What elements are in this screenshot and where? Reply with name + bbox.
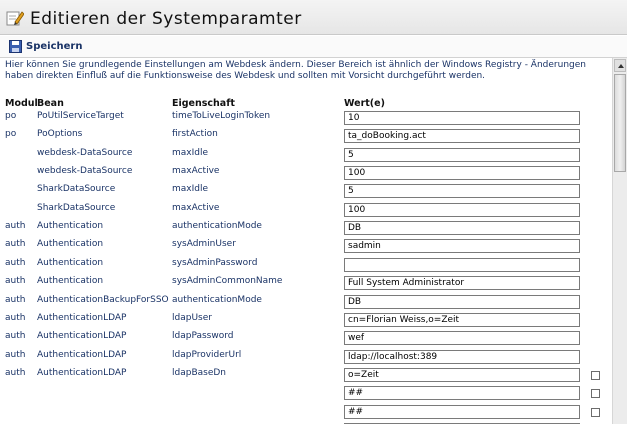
delete-checkbox[interactable] [591, 407, 600, 417]
property-cell: sysAdminPassword [172, 257, 258, 268]
bean-cell: SharkDataSource [37, 184, 116, 195]
value-input[interactable] [344, 202, 580, 217]
value-input[interactable] [344, 111, 580, 125]
property-cell: timeToLiveLoginToken [172, 111, 271, 121]
delete-checkbox[interactable] [591, 389, 600, 399]
vertical-scrollbar[interactable] [612, 58, 627, 424]
table-row [0, 404, 612, 422]
property-cell: ldapBaseDn [172, 367, 226, 378]
table-row: auth Authentication sysAdminCommonName [0, 275, 612, 293]
bean-cell: Authentication [37, 257, 104, 268]
value-input[interactable] [344, 221, 580, 236]
column-header-wert: Wert(e) [344, 98, 385, 109]
table-row: SharkDataSource maxActive [0, 202, 612, 220]
table-row: webdesk-DataSource maxIdle [0, 147, 612, 165]
bean-cell: PoUtilServiceTarget [37, 111, 124, 121]
table-row: po PoUtilServiceTarget timeToLiveLoginToke… [0, 110, 612, 128]
page-title: Editieren der Systemparamter [30, 9, 302, 29]
save-button[interactable]: Speichern [9, 39, 82, 54]
delete-checkbox[interactable] [591, 370, 600, 380]
bean-cell: AuthenticationLDAP [37, 367, 127, 378]
modul-cell: auth [5, 294, 26, 305]
modul-cell: auth [5, 367, 26, 378]
description-text: Hier können Sie grundlegende Einstellung… [5, 60, 586, 81]
property-cell: ldapUser [172, 312, 212, 323]
modul-cell: auth [5, 221, 26, 232]
table-row: auth Authentication sysAdminPassword [0, 257, 612, 275]
scroll-thumb[interactable] [614, 74, 626, 172]
property-cell: firstAction [172, 129, 218, 140]
table-row: auth Authentication sysAdminUser [0, 238, 612, 256]
edit-pencil-icon [6, 11, 24, 26]
table-row: auth AuthenticationLDAP ldapPassword [0, 330, 612, 348]
table-row: po PoOptions firstAction [0, 128, 612, 146]
content-area: Hier können Sie grundlegende Einstellung… [0, 58, 612, 424]
value-input[interactable] [344, 257, 580, 272]
column-header-bean: Bean [37, 98, 64, 109]
modul-cell: auth [5, 257, 26, 268]
toolbar: Speichern [0, 36, 627, 58]
modul-cell: auth [5, 239, 26, 250]
table-row: auth AuthenticationLDAP ldapBaseDn [0, 367, 612, 385]
table-row: SharkDataSource maxIdle [0, 183, 612, 201]
floppy-disk-icon [9, 40, 22, 53]
bean-cell: SharkDataSource [37, 202, 116, 213]
property-cell: authenticationMode [172, 294, 262, 305]
modul-cell: auth [5, 312, 26, 323]
property-cell: maxIdle [172, 184, 209, 195]
modul-cell: po [5, 129, 17, 140]
bean-cell: AuthenticationLDAP [37, 331, 127, 342]
column-header-eigenschaft: Eigenschaft [172, 98, 235, 109]
property-cell: ldapProviderUrl [172, 349, 242, 360]
value-input[interactable] [344, 184, 580, 199]
value-input[interactable] [344, 147, 580, 162]
bean-cell: webdesk-DataSource [37, 147, 133, 158]
modul-cell: auth [5, 276, 26, 287]
property-cell: authenticationMode [172, 221, 262, 232]
table-row: auth AuthenticationLDAP ldapProviderUrl [0, 349, 612, 367]
bean-cell: webdesk-DataSource [37, 166, 133, 177]
value-input[interactable] [344, 239, 580, 254]
property-cell: maxIdle [172, 147, 209, 158]
value-input[interactable] [344, 166, 580, 181]
table-row: webdesk-DataSource maxActive [0, 165, 612, 183]
value-input[interactable] [344, 404, 580, 419]
property-cell: ldapPassword [172, 331, 234, 342]
table-row: auth AuthenticationBackupForSSO authentica… [0, 294, 612, 312]
bean-cell: Authentication [37, 221, 104, 232]
column-header-modul: Modul [5, 98, 38, 109]
value-input[interactable] [344, 312, 580, 327]
bean-cell: Authentication [37, 239, 104, 250]
property-cell: maxActive [172, 166, 220, 177]
modul-cell: auth [5, 349, 26, 360]
property-cell: maxActive [172, 202, 220, 213]
value-input[interactable] [344, 349, 580, 364]
value-input[interactable] [344, 331, 580, 346]
property-cell: sysAdminUser [172, 239, 236, 250]
modul-cell: po [5, 111, 17, 121]
table-row: auth AuthenticationLDAP ldapUser [0, 312, 612, 330]
title-bar: Editieren der Systemparamter [0, 0, 627, 35]
property-cell: sysAdminCommonName [172, 276, 283, 287]
bean-cell: AuthenticationLDAP [37, 349, 127, 360]
modul-cell: auth [5, 331, 26, 342]
value-input[interactable] [344, 276, 580, 291]
value-input[interactable] [344, 367, 580, 382]
scroll-up-arrow-icon[interactable] [614, 59, 626, 72]
save-label: Speichern [26, 41, 83, 52]
table-row [0, 385, 612, 403]
bean-cell: PoOptions [37, 129, 83, 140]
bean-cell: Authentication [37, 276, 104, 287]
bean-cell: AuthenticationBackupForSSO [37, 294, 169, 305]
value-input[interactable] [344, 129, 580, 144]
value-input[interactable] [344, 294, 580, 309]
value-input[interactable] [344, 386, 580, 401]
table-row: auth Authentication authenticationMode [0, 220, 612, 238]
bean-cell: AuthenticationLDAP [37, 312, 127, 323]
